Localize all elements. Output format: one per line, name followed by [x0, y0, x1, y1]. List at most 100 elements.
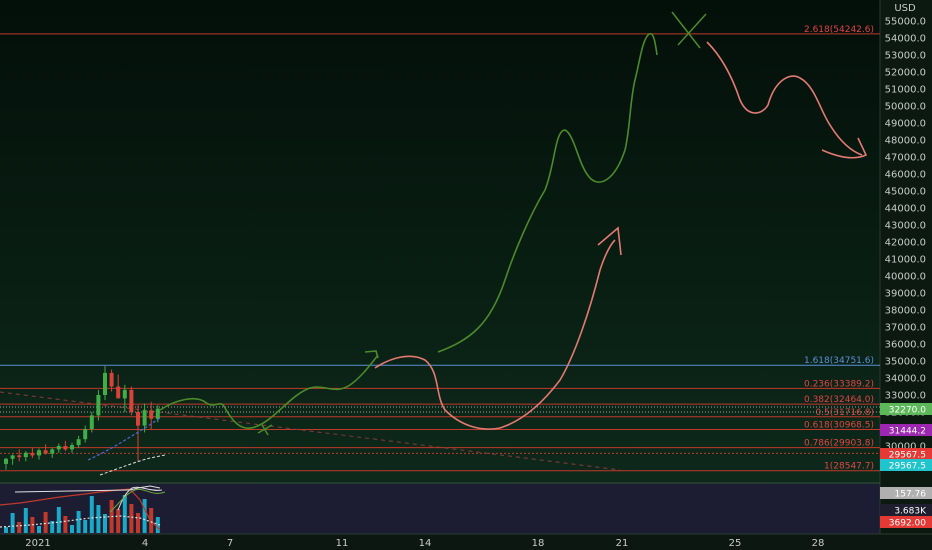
x-tick-label: 14 — [419, 538, 432, 549]
price-badge-label: 32270.0 — [889, 406, 926, 416]
candle-body — [43, 450, 48, 454]
candle-body — [70, 445, 74, 450]
candle — [129, 386, 134, 416]
volume-bar — [70, 525, 74, 533]
y-tick-label: 49000.0 — [885, 119, 926, 130]
y-tick-label: 39000.0 — [885, 289, 926, 300]
y-tick-label: 35000.0 — [885, 357, 926, 368]
y-tick-label: 41000.0 — [885, 255, 926, 266]
fib-level-label: 0.382(32464.0) — [804, 395, 874, 405]
volume-bar — [142, 499, 147, 533]
candle-body — [155, 408, 160, 419]
fib-level-label: 2.618(54242.6) — [804, 25, 874, 35]
y-tick-label: 42000.0 — [885, 238, 926, 249]
candle-body — [63, 446, 68, 450]
price-badge: 29567.5 — [880, 459, 932, 472]
x-tick-label: 21 — [616, 538, 629, 549]
candle-body — [23, 452, 28, 458]
price-badge: 3692.00 — [880, 516, 932, 529]
y-tick-label: 44000.0 — [885, 204, 926, 215]
x-tick-label: 28 — [812, 538, 825, 549]
price-badge-label: 3.683K — [894, 507, 927, 517]
fib-level-label: 1.618(34751.6) — [804, 356, 874, 366]
candle-body — [122, 389, 127, 399]
time-axis-background — [0, 534, 932, 550]
x-tick-label: 11 — [336, 538, 349, 549]
candle-body — [142, 410, 147, 426]
chart-root: 2.618(54242.6) 1.618(34751.6) 0.236(33389.… — [0, 0, 932, 550]
candle-body — [96, 395, 101, 416]
candle-body — [50, 449, 55, 454]
candle-body — [83, 429, 88, 440]
fib-level-label: 0.236(33389.2) — [804, 379, 874, 389]
x-tick-label: 25 — [729, 538, 742, 549]
candle-body — [129, 389, 134, 412]
candle-body — [76, 439, 81, 446]
volume-bar — [129, 504, 134, 533]
price-badge-label: 31444.2 — [889, 427, 926, 437]
candle-body — [10, 455, 15, 459]
price-badge-label: 157.76 — [895, 490, 927, 500]
price-badge: 32270.0 — [880, 403, 932, 416]
volume-bar — [122, 495, 127, 533]
y-tick-label: 45000.0 — [885, 187, 926, 198]
y-tick-label: 52000.0 — [885, 68, 926, 79]
volume-bar — [116, 509, 121, 533]
trading-chart: 2.618(54242.6) 1.618(34751.6) 0.236(33389.… — [0, 0, 932, 550]
candle-body — [136, 412, 140, 426]
fib-level-label: 0.786(29903.8) — [804, 439, 874, 449]
volume-bar — [23, 508, 28, 533]
candle-body — [103, 372, 107, 395]
y-tick-label: 37000.0 — [885, 323, 926, 334]
candle-body — [4, 458, 8, 464]
volume-bar — [76, 511, 81, 533]
candle-body — [56, 446, 61, 450]
price-badge-label: 3692.00 — [889, 519, 926, 529]
y-tick-label: 48000.0 — [885, 136, 926, 147]
y-tick-label: 33000.0 — [885, 391, 926, 402]
volume-bar — [89, 496, 94, 533]
fib-level-label: 0.618(30968.5) — [804, 421, 874, 431]
candle-body — [30, 452, 35, 456]
candle-body — [109, 372, 114, 387]
volume-bar — [10, 513, 15, 533]
x-tick-label: 18 — [532, 538, 545, 549]
volume-bar — [136, 513, 140, 533]
volume-bar — [83, 520, 88, 533]
y-tick-label: 34000.0 — [885, 374, 926, 385]
y-tick-label: 36000.0 — [885, 340, 926, 351]
volume-bar — [4, 527, 8, 533]
y-tick-label: 43000.0 — [885, 221, 926, 232]
fib-level-label: 1(28547.7) — [824, 462, 874, 472]
x-tick-label: 7 — [227, 538, 233, 549]
volume-bar — [17, 522, 22, 533]
y-tick-label: 40000.0 — [885, 272, 926, 283]
price-badge-label: 29567.5 — [889, 462, 926, 472]
fib-level-label: 0.5(31716.8) — [815, 408, 874, 418]
y-tick-label: 51000.0 — [885, 85, 926, 96]
volume-bar — [63, 516, 68, 533]
y-tick-label: 55000.0 — [885, 17, 926, 28]
volume-bar — [43, 512, 48, 533]
candle-body — [37, 450, 41, 456]
x-tick-label: 4 — [142, 538, 148, 549]
candle-body — [149, 410, 154, 419]
currency-label: USD — [894, 3, 916, 14]
x-tick-label: 2021 — [25, 538, 50, 549]
y-tick-label: 54000.0 — [885, 34, 926, 45]
price-badge: 29567.5 — [880, 448, 932, 461]
volume-bar — [96, 505, 101, 533]
chart-background — [0, 0, 932, 550]
y-tick-label: 53000.0 — [885, 51, 926, 62]
price-badge: 157.76 — [880, 487, 932, 500]
y-tick-label: 46000.0 — [885, 170, 926, 181]
volume-bar — [56, 507, 61, 533]
price-badge: 3.683K — [880, 504, 932, 517]
candle-body — [17, 455, 22, 458]
candle-body — [89, 415, 94, 429]
volume-bar — [37, 526, 41, 533]
y-tick-label: 38000.0 — [885, 306, 926, 317]
y-tick-label: 50000.0 — [885, 102, 926, 113]
y-tick-label: 47000.0 — [885, 153, 926, 164]
price-badge: 31444.2 — [880, 424, 932, 437]
